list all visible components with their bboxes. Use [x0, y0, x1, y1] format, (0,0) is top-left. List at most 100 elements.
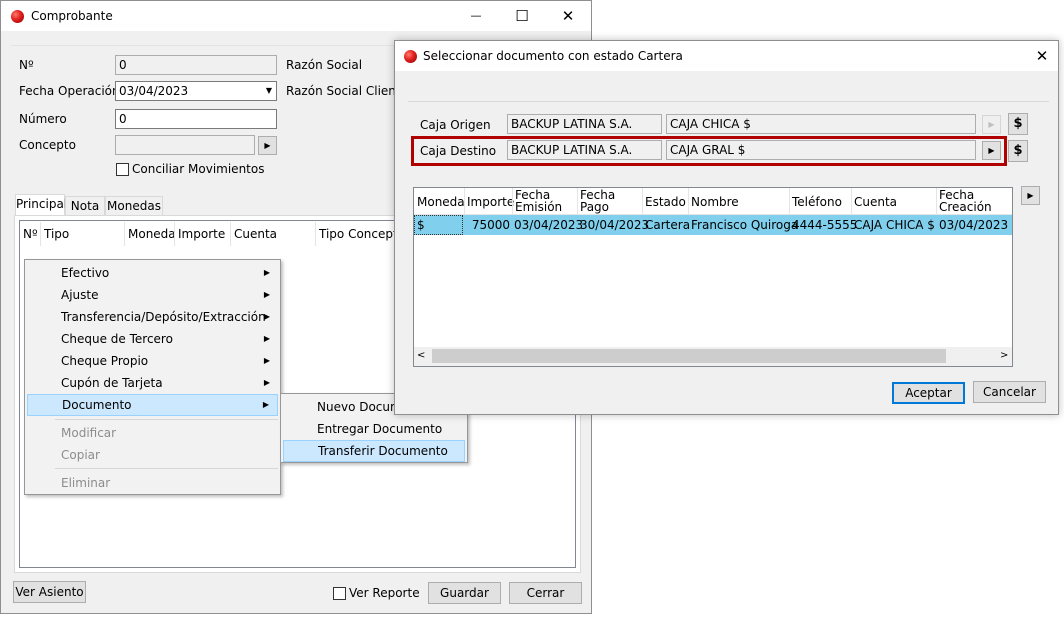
- concepto-label: Concepto: [19, 138, 76, 152]
- razon-social-label: Razón Social: [286, 58, 363, 72]
- grid-col-sep: [174, 222, 175, 246]
- grid-header-nro[interactable]: Nº: [23, 228, 38, 240]
- cell-cuenta: CAJA CHICA $: [854, 218, 935, 232]
- grid-header-cuenta[interactable]: Cuenta: [234, 228, 277, 240]
- grid-col-sep: [688, 188, 689, 214]
- cell-nombre: Francisco Quiroga: [691, 218, 799, 232]
- menu-item-cupon-tarjeta[interactable]: Cupón de Tarjeta ▶: [27, 372, 278, 394]
- menu-separator: [55, 419, 278, 420]
- menu-item-label: Eliminar: [61, 476, 111, 490]
- submenu-arrow-icon: ▶: [262, 400, 269, 409]
- caja-origen-label: Caja Origen: [420, 118, 491, 132]
- caja-destino-select-button[interactable]: ▶: [982, 141, 1001, 160]
- grid-col-sep: [230, 222, 231, 246]
- submenu-arrow-icon: ▶: [263, 312, 270, 321]
- dialog-close-button[interactable]: ✕: [1022, 41, 1062, 71]
- caja-destino-dollar-button[interactable]: $: [1008, 140, 1028, 162]
- numero-field[interactable]: 0: [115, 109, 277, 129]
- comprobante-titlebar[interactable]: Comprobante — ☐ ✕: [1, 1, 591, 31]
- menu-item-cheque-propio[interactable]: Cheque Propio ▶: [27, 350, 278, 372]
- context-menu: Efectivo ▶ Ajuste ▶ Transferencia/Depósito…: [24, 259, 281, 495]
- scroll-right-arrow-icon[interactable]: >: [1000, 350, 1008, 361]
- caja-destino-label: Caja Destino: [420, 144, 497, 158]
- menu-item-documento[interactable]: Documento ▶: [27, 394, 278, 416]
- fecha-operacion-picker[interactable]: 03/04/2023 ▼: [115, 81, 277, 101]
- caja-origen-empresa-field: BACKUP LATINA S.A.: [507, 114, 662, 134]
- menu-item-cheque-tercero[interactable]: Cheque de Tercero ▶: [27, 328, 278, 350]
- concepto-select-button[interactable]: ▶: [258, 136, 277, 155]
- menu-item-modificar: Modificar: [27, 422, 278, 444]
- horizontal-scrollbar[interactable]: < >: [414, 347, 1012, 366]
- tab-nota[interactable]: Nota: [65, 196, 105, 216]
- submenu-arrow-icon: ▶: [263, 356, 270, 365]
- fecha-operacion-label: Fecha Operación: [19, 84, 120, 98]
- grid-header-moneda[interactable]: Moneda: [128, 228, 176, 240]
- cancelar-button[interactable]: Cancelar: [973, 381, 1046, 403]
- maximize-button[interactable]: ☐: [499, 1, 545, 31]
- grid-header-importe[interactable]: Importe: [178, 228, 225, 240]
- scroll-left-arrow-icon[interactable]: <: [417, 350, 425, 361]
- minimize-button[interactable]: —: [453, 1, 499, 31]
- menu-item-eliminar: Eliminar: [27, 472, 278, 494]
- header-fecha-creacion-2[interactable]: Creación: [939, 201, 992, 213]
- header-moneda[interactable]: Moneda: [417, 196, 465, 208]
- menu-item-label: Ajuste: [61, 288, 99, 302]
- concepto-field: [115, 135, 255, 155]
- menu-item-label: Copiar: [61, 448, 100, 462]
- submenu-arrow-icon: ▶: [263, 378, 270, 387]
- seleccionar-documento-dialog: Seleccionar documento con estado Cartera…: [394, 40, 1059, 415]
- caja-destino-empresa-field: BACKUP LATINA S.A.: [507, 140, 662, 160]
- close-button[interactable]: ✕: [545, 1, 591, 31]
- columns-expand-button[interactable]: ▶: [1021, 186, 1040, 205]
- grid-col-sep: [464, 188, 465, 214]
- app-icon: [11, 10, 24, 23]
- conciliar-checkbox[interactable]: [116, 163, 129, 176]
- grid-header-tipo-concepto[interactable]: Tipo Concepto: [319, 228, 405, 240]
- dialog-titlebar[interactable]: Seleccionar documento con estado Cartera…: [395, 41, 1058, 71]
- submenu-arrow-icon: ▶: [263, 268, 270, 277]
- menu-item-copiar: Copiar: [27, 444, 278, 466]
- header-nombre[interactable]: Nombre: [691, 196, 739, 208]
- header-estado[interactable]: Estado: [645, 196, 686, 208]
- aceptar-button[interactable]: Aceptar: [892, 382, 965, 404]
- caja-destino-caja-field: CAJA GRAL $: [666, 140, 976, 160]
- cerrar-button[interactable]: Cerrar: [509, 582, 582, 604]
- cell-moneda: $: [414, 215, 463, 235]
- caja-origen-select-button: ▶: [982, 115, 1001, 134]
- menu-item-label: Modificar: [61, 426, 117, 440]
- ver-asiento-button[interactable]: Ver Asiento: [13, 581, 86, 603]
- header-telefono[interactable]: Teléfono: [792, 196, 842, 208]
- menu-item-label: Cheque de Tercero: [61, 332, 173, 346]
- window-title: Comprobante: [31, 9, 113, 23]
- numero-label: Número: [19, 112, 67, 126]
- caja-origen-dollar-button[interactable]: $: [1008, 113, 1028, 135]
- header-fecha-emision-2[interactable]: Emisión: [515, 201, 562, 213]
- chevron-down-icon[interactable]: ▼: [266, 82, 272, 100]
- header-cuenta[interactable]: Cuenta: [854, 196, 897, 208]
- tab-principal[interactable]: Principal: [15, 194, 67, 216]
- ver-reporte-checkbox[interactable]: [333, 587, 346, 600]
- numero-id-field: 0: [115, 55, 277, 75]
- table-row[interactable]: $ 75000 03/04/2023 30/04/2023 Cartera Fr…: [414, 215, 1012, 235]
- scrollbar-thumb[interactable]: [432, 349, 946, 363]
- grid-header-tipo[interactable]: Tipo: [44, 228, 69, 240]
- menu-item-ajuste[interactable]: Ajuste ▶: [27, 284, 278, 306]
- submenu-arrow-icon: ▶: [263, 290, 270, 299]
- grid-col-sep: [40, 222, 41, 246]
- menu-item-label: Efectivo: [61, 266, 110, 280]
- menu-item-efectivo[interactable]: Efectivo ▶: [27, 262, 278, 284]
- submenu-item-entregar-documento[interactable]: Entregar Documento: [283, 418, 465, 440]
- cell-importe: 75000: [471, 218, 510, 232]
- cell-fecha-emision: 03/04/2023: [514, 218, 584, 232]
- grid-col-sep: [936, 188, 937, 214]
- header-fecha-pago-2[interactable]: Pago: [580, 201, 609, 213]
- submenu-item-transferir-documento[interactable]: Transferir Documento: [283, 440, 465, 462]
- menu-item-transferencia[interactable]: Transferencia/Depósito/Extracción ▶: [27, 306, 278, 328]
- header-importe[interactable]: Importe: [467, 196, 514, 208]
- tab-monedas[interactable]: Monedas: [105, 196, 163, 216]
- grid-col-sep: [642, 188, 643, 214]
- ver-reporte-label[interactable]: Ver Reporte: [349, 586, 420, 600]
- conciliar-label[interactable]: Conciliar Movimientos: [132, 162, 264, 176]
- cell-estado: Cartera: [645, 218, 691, 232]
- guardar-button[interactable]: Guardar: [428, 582, 501, 604]
